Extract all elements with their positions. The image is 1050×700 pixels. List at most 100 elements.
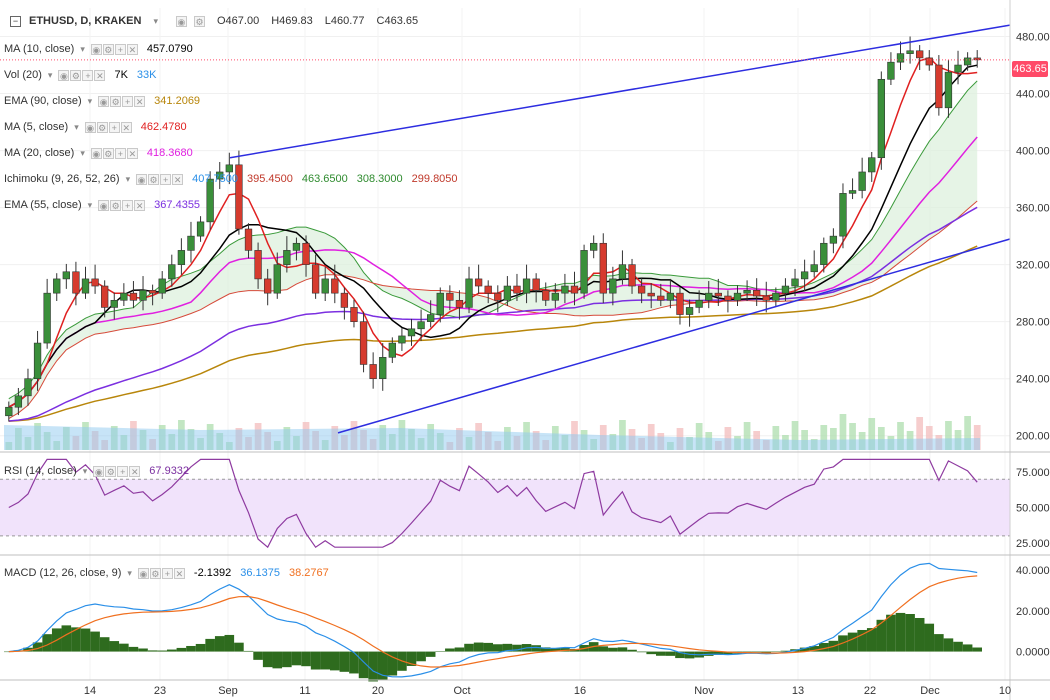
indicator-name[interactable]: MA (10, close) — [4, 42, 74, 56]
close-icon[interactable]: ✕ — [134, 199, 146, 211]
settings-icon[interactable]: ⚙ — [149, 567, 161, 579]
indicator-name[interactable]: EMA (55, close) — [4, 198, 82, 212]
macd-name[interactable]: MACD (12, 26, close, 9) — [4, 566, 121, 580]
candle-body — [158, 278, 166, 294]
candle-body — [772, 292, 780, 301]
macd-histogram-bar — [272, 651, 283, 669]
add-icon[interactable]: + — [108, 121, 120, 133]
high-value: H469.83 — [271, 15, 313, 27]
indicator-controls[interactable]: ◉ ⚙ + ✕ — [90, 43, 138, 55]
settings-icon[interactable]: ⚙ — [96, 121, 108, 133]
macd-histogram-bar — [243, 650, 254, 652]
add-icon[interactable]: + — [114, 147, 126, 159]
indicator-name[interactable]: MA (5, close) — [4, 120, 68, 134]
eye-icon[interactable]: ◉ — [136, 173, 148, 185]
candle-body — [359, 321, 368, 365]
candle-body — [101, 285, 109, 308]
candle-body — [733, 292, 742, 301]
upper-trendline — [229, 24, 1011, 159]
rsi-controls[interactable]: ◉ ⚙ + ✕ — [93, 465, 141, 477]
settings-icon[interactable]: ⚙ — [148, 173, 160, 185]
chevron-down-icon[interactable]: ▾ — [80, 42, 85, 56]
candle-body — [829, 235, 838, 244]
eye-icon[interactable]: ◉ — [98, 95, 110, 107]
add-icon[interactable]: + — [114, 43, 126, 55]
candle-body — [110, 299, 118, 308]
add-icon[interactable]: + — [117, 465, 129, 477]
indicator-controls[interactable]: ◉ ⚙ + ✕ — [90, 147, 138, 159]
macd-controls[interactable]: ◉ ⚙ + ✕ — [137, 567, 185, 579]
eye-icon[interactable]: ◉ — [98, 199, 110, 211]
indicator-name[interactable]: EMA (90, close) — [4, 94, 82, 108]
add-icon[interactable]: + — [82, 69, 94, 81]
rsi-name[interactable]: RSI (14, close) — [4, 464, 77, 478]
candle-body — [618, 264, 627, 280]
chevron-down-icon[interactable]: ▾ — [80, 146, 85, 160]
settings-icon[interactable]: ⚙ — [102, 43, 114, 55]
eye-icon[interactable]: ◉ — [90, 43, 102, 55]
eye-icon[interactable]: ◉ — [90, 147, 102, 159]
close-icon[interactable]: ✕ — [134, 95, 146, 107]
eye-icon[interactable]: ◉ — [137, 567, 149, 579]
indicator-controls[interactable]: ◉ ⚙ + ✕ — [98, 199, 146, 211]
indicator-legend-row: EMA (55, close) ▾ ◉ ⚙ + ✕ 367.4355 — [4, 198, 200, 212]
settings-icon[interactable]: ⚙ — [193, 15, 205, 27]
indicator-controls[interactable]: ◉ ⚙ + ✕ — [58, 69, 106, 81]
indicator-name[interactable]: Ichimoku (9, 26, 52, 26) — [4, 172, 120, 186]
candle-body — [14, 395, 23, 408]
close-icon[interactable]: ✕ — [172, 173, 184, 185]
macd-histogram-bar — [291, 651, 302, 666]
eye-icon[interactable]: ◉ — [84, 121, 96, 133]
eye-icon[interactable]: ◉ — [175, 15, 187, 27]
chevron-down-icon[interactable]: ▾ — [74, 120, 79, 134]
add-icon[interactable]: + — [122, 95, 134, 107]
symbol-header: − ETHUSD, D, KRAKEN ▾ ◉ ⚙ O467.00 H469.83… — [4, 14, 418, 28]
candle-body — [590, 242, 598, 251]
candle-body — [503, 285, 512, 301]
add-icon[interactable]: + — [161, 567, 173, 579]
macd-histogram-bar — [176, 647, 187, 652]
add-icon[interactable]: + — [122, 199, 134, 211]
chevron-down-icon[interactable]: ▾ — [153, 14, 158, 28]
header-controls[interactable]: ◉ ⚙ — [170, 15, 205, 27]
settings-icon[interactable]: ⚙ — [110, 95, 122, 107]
candle-body — [724, 295, 732, 301]
chevron-down-icon[interactable]: ▾ — [83, 464, 88, 478]
settings-icon[interactable]: ⚙ — [110, 199, 122, 211]
candle-body — [139, 290, 147, 301]
close-icon[interactable]: ✕ — [120, 121, 132, 133]
symbol-label[interactable]: ETHUSD, D, KRAKEN — [29, 14, 141, 28]
macd-histogram-bar — [895, 612, 906, 652]
macd-histogram-bar — [598, 646, 609, 652]
eye-icon[interactable]: ◉ — [58, 69, 70, 81]
chevron-down-icon[interactable]: ▾ — [88, 94, 93, 108]
chevron-down-icon[interactable]: ▾ — [127, 566, 132, 580]
indicator-legend-row: MA (10, close) ▾ ◉ ⚙ + ✕ 457.0790 — [4, 42, 193, 56]
candle-body — [168, 264, 176, 280]
close-icon[interactable]: ✕ — [94, 69, 106, 81]
candle-body — [225, 164, 233, 173]
close-icon[interactable]: ✕ — [126, 147, 138, 159]
settings-icon[interactable]: ⚙ — [70, 69, 82, 81]
close-icon[interactable]: ✕ — [126, 43, 138, 55]
candle-body — [273, 264, 281, 294]
chevron-down-icon[interactable]: ▾ — [48, 68, 53, 82]
candle-body — [62, 271, 70, 280]
indicator-controls[interactable]: ◉ ⚙ + ✕ — [84, 121, 132, 133]
macd-histogram-bar — [473, 642, 484, 652]
eye-icon[interactable]: ◉ — [93, 465, 105, 477]
indicator-name[interactable]: MA (20, close) — [4, 146, 74, 160]
indicator-controls[interactable]: ◉ ⚙ + ✕ — [98, 95, 146, 107]
chevron-down-icon[interactable]: ▾ — [88, 198, 93, 212]
settings-icon[interactable]: ⚙ — [102, 147, 114, 159]
close-icon[interactable]: ✕ — [129, 465, 141, 477]
close-icon[interactable]: ✕ — [173, 567, 185, 579]
chevron-down-icon[interactable]: ▾ — [126, 172, 131, 186]
indicator-controls[interactable]: ◉ ⚙ + ✕ — [136, 173, 184, 185]
settings-icon[interactable]: ⚙ — [105, 465, 117, 477]
collapse-icon[interactable]: − — [10, 15, 21, 27]
candle-body — [474, 278, 483, 287]
add-icon[interactable]: + — [160, 173, 172, 185]
macd-histogram-bar — [943, 638, 954, 652]
indicator-name[interactable]: Vol (20) — [4, 68, 42, 82]
